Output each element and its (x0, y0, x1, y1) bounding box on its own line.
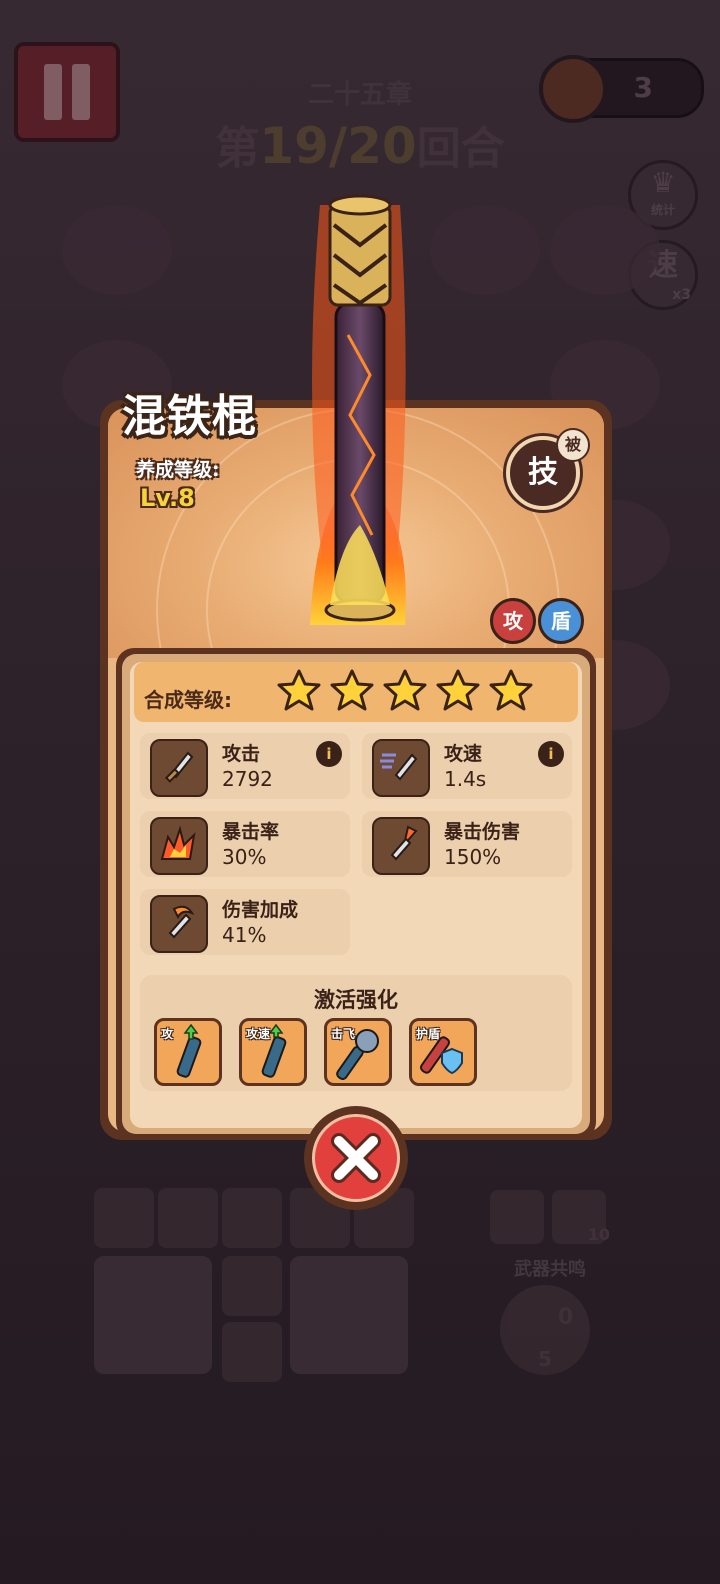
merge-level-label: 合成等级: (144, 688, 232, 712)
stat-attack-speed: 攻速 1.4s i (362, 733, 572, 799)
level-value: Lv.8 (140, 484, 195, 512)
stat-crit-damage: 暴击伤害 150% (362, 811, 572, 877)
speed-sword-icon (372, 739, 430, 797)
star-icon (489, 669, 533, 711)
damage-bonus-icon (150, 895, 208, 953)
level-label: 养成等级: (136, 459, 220, 481)
iron-staff-weapon-art (310, 194, 406, 625)
passive-badge: 被 (556, 428, 590, 462)
shield-tag: 盾 (538, 598, 584, 644)
staff-attack-up-icon[interactable]: 攻 (154, 1018, 222, 1086)
star-icon (436, 669, 480, 711)
attack-tag: 攻 (490, 598, 536, 644)
star-icon (277, 669, 321, 711)
mace-knockback-icon[interactable]: 击飞 (324, 1018, 392, 1086)
sword-icon (150, 739, 208, 797)
stat-damage-bonus: 伤害加成 41% (140, 889, 350, 955)
fire-staff-shield-icon[interactable]: 护盾 (409, 1018, 477, 1086)
close-icon (331, 1133, 381, 1183)
info-icon[interactable]: i (316, 741, 342, 767)
enhancements-title: 激活强化 (314, 988, 398, 1012)
close-button[interactable] (304, 1106, 408, 1210)
crit-damage-icon (372, 817, 430, 875)
crit-burst-icon (150, 817, 208, 875)
staff-speed-up-icon[interactable]: 攻速 (239, 1018, 307, 1086)
stat-crit-rate: 暴击率 30% (140, 811, 350, 877)
info-icon[interactable]: i (538, 741, 564, 767)
star-icon (330, 669, 374, 711)
weapon-name: 混铁棍 (122, 391, 257, 442)
stat-attack: 攻击 2792 i (140, 733, 350, 799)
star-icon (383, 669, 427, 711)
